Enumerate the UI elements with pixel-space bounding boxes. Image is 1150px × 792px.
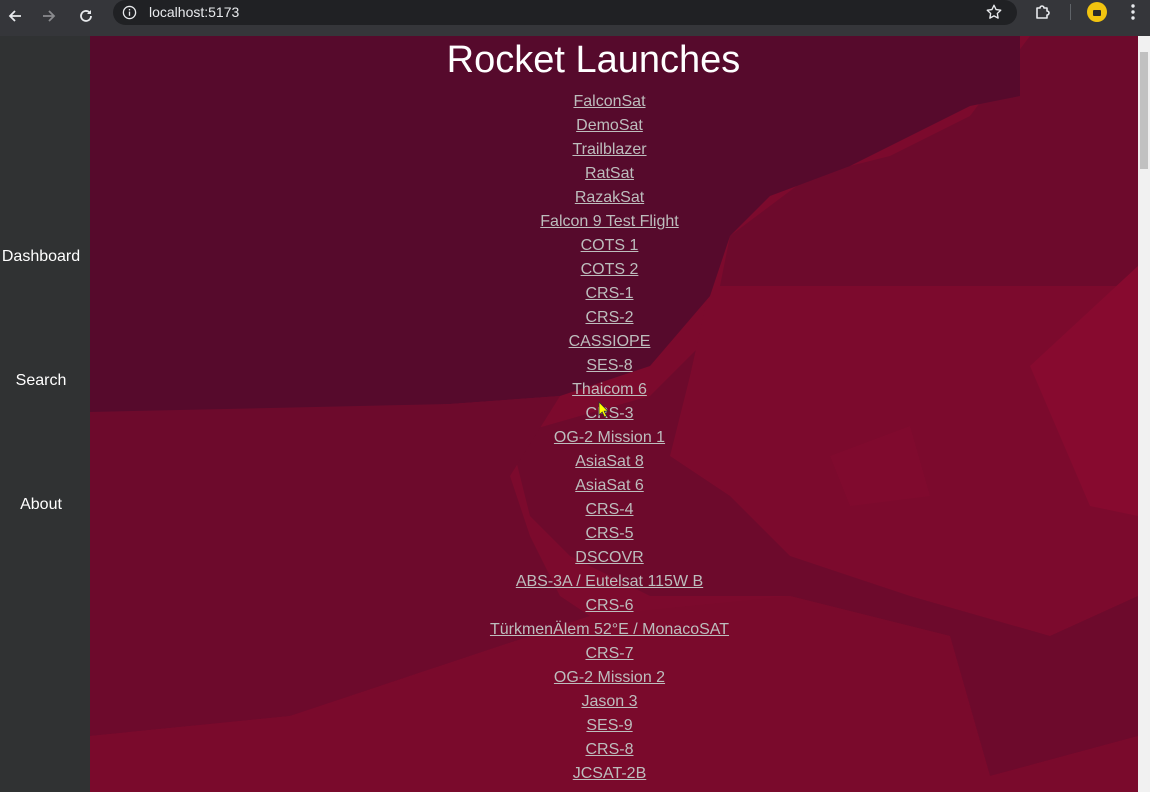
list-item: CRS-1 — [90, 282, 1129, 306]
menu-kebab-icon[interactable] — [1124, 2, 1142, 22]
list-item: TürkmenÄlem 52°E / MonacoSAT — [90, 618, 1129, 642]
launch-link[interactable]: Trailblazer — [572, 141, 646, 158]
launch-link[interactable]: SES-8 — [586, 357, 632, 374]
sidebar: Dashboard Search About — [0, 36, 90, 792]
launch-link[interactable]: SES-9 — [586, 717, 632, 734]
list-item: Jason 3 — [90, 690, 1129, 714]
launch-link[interactable]: CRS-6 — [585, 597, 633, 614]
list-item: CRS-5 — [90, 522, 1129, 546]
back-arrow-icon — [8, 10, 21, 22]
list-item: COTS 1 — [90, 234, 1129, 258]
page-scrollbar[interactable] — [1138, 36, 1150, 792]
launch-link[interactable]: COTS 1 — [581, 237, 639, 254]
list-item: CRS-6 — [90, 594, 1129, 618]
list-item: Falcon 9 Test Flight — [90, 210, 1129, 234]
list-item: Trailblazer — [90, 138, 1129, 162]
list-item: DemoSat — [90, 114, 1129, 138]
reload-icon — [80, 10, 92, 22]
launch-list: FalconSat DemoSat Trailblazer RatSat Raz… — [90, 90, 1129, 786]
back-button[interactable] — [2, 3, 28, 29]
launch-link[interactable]: CRS-5 — [585, 525, 633, 542]
page-viewport: Dashboard Search About Rocket Launches F… — [0, 36, 1150, 792]
list-item: COTS 2 — [90, 258, 1129, 282]
launch-link[interactable]: COTS 2 — [581, 261, 639, 278]
list-item: OG-2 Mission 2 — [90, 666, 1129, 690]
launch-link[interactable]: AsiaSat 8 — [575, 453, 643, 470]
launch-link[interactable]: CASSIOPE — [569, 333, 651, 350]
toolbar-divider — [1070, 4, 1071, 20]
launch-link[interactable]: Jason 3 — [581, 693, 637, 710]
launch-link[interactable]: Falcon 9 Test Flight — [540, 213, 678, 230]
list-item: CRS-4 — [90, 498, 1129, 522]
url-text: localhost:5173 — [149, 4, 240, 20]
launch-link[interactable]: TürkmenÄlem 52°E / MonacoSAT — [490, 621, 729, 638]
bookmark-star-icon[interactable] — [985, 3, 1003, 21]
mouse-cursor-icon — [598, 401, 609, 418]
page-title: Rocket Launches — [446, 39, 741, 81]
scrollbar-thumb[interactable] — [1140, 52, 1148, 169]
launch-link[interactable]: AsiaSat 6 — [575, 477, 643, 494]
reload-button[interactable] — [73, 3, 99, 29]
list-item: AsiaSat 6 — [90, 474, 1129, 498]
list-item: ABS-3A / Eutelsat 115W B — [90, 570, 1129, 594]
profile-avatar-icon[interactable] — [1087, 2, 1107, 22]
browser-toolbar: localhost:5173 — [0, 0, 1150, 36]
list-item: RatSat — [90, 162, 1129, 186]
site-info-icon[interactable] — [122, 5, 137, 20]
list-item: SES-9 — [90, 714, 1129, 738]
list-item: SES-8 — [90, 354, 1129, 378]
launch-link[interactable]: CRS-2 — [585, 309, 633, 326]
address-bar[interactable]: localhost:5173 — [113, 0, 1017, 25]
sidebar-item-dashboard[interactable]: Dashboard — [0, 247, 82, 267]
list-item: OG-2 Mission 1 — [90, 426, 1129, 450]
launch-link[interactable]: JCSAT-2B — [573, 765, 647, 782]
list-item: FalconSat — [90, 90, 1129, 114]
launch-link[interactable]: Thaicom 6 — [572, 381, 647, 398]
sidebar-item-about[interactable]: About — [0, 495, 82, 515]
launch-link[interactable]: FalconSat — [573, 93, 645, 110]
list-item: Thaicom 6 — [90, 378, 1129, 402]
launch-link[interactable]: DSCOVR — [575, 549, 643, 566]
launch-link[interactable]: CRS-4 — [585, 501, 633, 518]
list-item: CRS-7 — [90, 642, 1129, 666]
main-content: Rocket Launches FalconSat DemoSat Trailb… — [90, 36, 1138, 792]
list-item: DSCOVR — [90, 546, 1129, 570]
forward-button[interactable] — [36, 3, 62, 29]
list-item: CASSIOPE — [90, 330, 1129, 354]
list-item: RazakSat — [90, 186, 1129, 210]
forward-arrow-icon — [43, 10, 56, 22]
list-item: CRS-8 — [90, 738, 1129, 762]
list-item: AsiaSat 8 — [90, 450, 1129, 474]
launch-link[interactable]: CRS-8 — [585, 741, 633, 758]
sidebar-item-search[interactable]: Search — [0, 371, 82, 391]
launch-link[interactable]: DemoSat — [576, 117, 643, 134]
launch-link[interactable]: RatSat — [585, 165, 634, 182]
launch-link[interactable]: CRS-1 — [585, 285, 633, 302]
launch-link[interactable]: CRS-7 — [585, 645, 633, 662]
launch-link[interactable]: OG-2 Mission 1 — [554, 429, 665, 446]
list-item: JCSAT-2B — [90, 762, 1129, 786]
list-item: CRS-2 — [90, 306, 1129, 330]
launch-link[interactable]: RazakSat — [575, 189, 644, 206]
extensions-icon[interactable] — [1033, 2, 1053, 22]
launch-link[interactable]: OG-2 Mission 2 — [554, 669, 665, 686]
launch-link[interactable]: ABS-3A / Eutelsat 115W B — [516, 573, 703, 590]
